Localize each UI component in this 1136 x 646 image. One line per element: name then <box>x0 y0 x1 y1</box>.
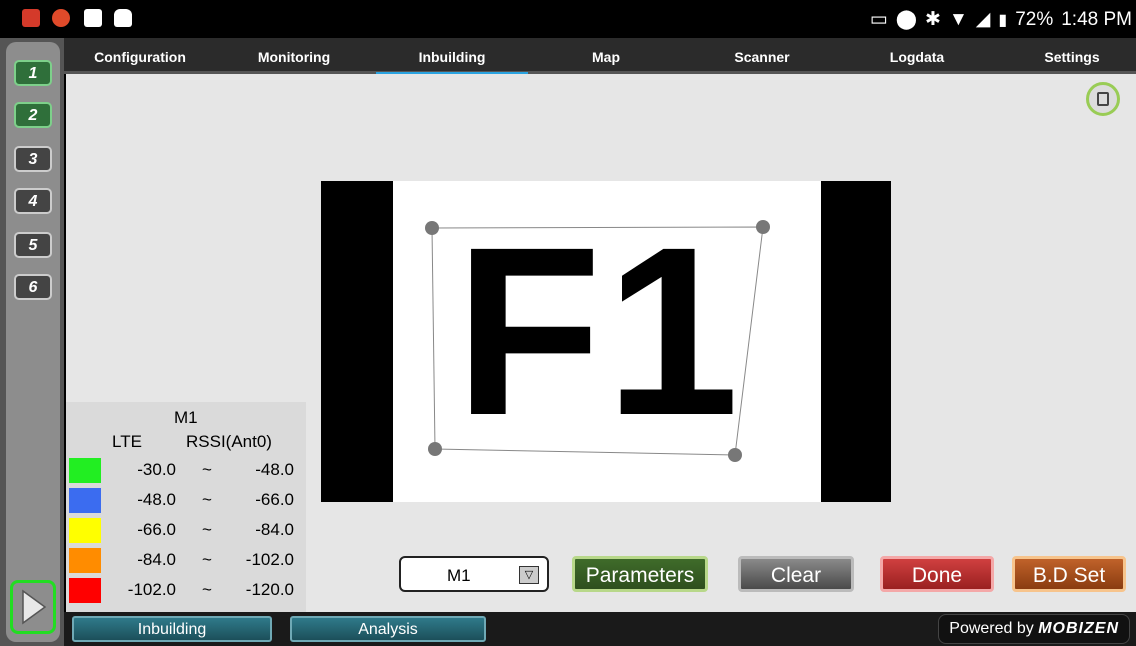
done-button[interactable]: Done <box>880 556 994 592</box>
bluetooth-icon: ✱ <box>925 9 941 30</box>
app-m-icon <box>22 9 40 27</box>
window-toggle-button[interactable] <box>1086 82 1120 116</box>
legend-to: -84.0 <box>255 520 294 539</box>
legend-row: -30.0 ~ -48.0 <box>66 456 306 484</box>
legend-to: -48.0 <box>255 460 294 479</box>
calibration-point-top-left[interactable] <box>425 221 439 235</box>
legend-from: -84.0 <box>137 550 176 569</box>
powered-by-badge: Powered by MOBIZEN <box>938 614 1130 644</box>
legend-swatch <box>69 488 101 513</box>
sidebar-panel <box>6 42 60 642</box>
brand-logo: MOBIZEN <box>1038 620 1119 637</box>
window-icon <box>1097 92 1109 106</box>
legend-row: -66.0 ~ -84.0 <box>66 516 306 544</box>
slot-3-button[interactable]: 3 <box>14 146 52 172</box>
play-icon <box>22 589 47 625</box>
calibration-point-bottom-right[interactable] <box>728 448 742 462</box>
sidebar: 1 2 3 4 5 6 <box>0 38 64 646</box>
square-app-icon <box>84 9 102 27</box>
legend-from: -66.0 <box>137 520 176 539</box>
powered-by-label: Powered by <box>949 620 1034 637</box>
slot-1-button[interactable]: 1 <box>14 60 52 86</box>
calibration-overlay <box>425 220 770 462</box>
legend-sep: ~ <box>202 460 212 479</box>
dropdown-arrow-icon: ▽ <box>519 566 539 584</box>
tab-map[interactable]: Map <box>574 38 638 74</box>
bd-set-button[interactable]: B.D Set <box>1012 556 1126 592</box>
slot-2-button[interactable]: 2 <box>14 102 52 128</box>
measurement-select-value: M1 <box>447 566 471 585</box>
analysis-mode-button[interactable]: Analysis <box>290 616 486 642</box>
legend-to: -120.0 <box>245 580 294 599</box>
slot-5-button[interactable]: 5 <box>14 232 52 258</box>
legend-sep: ~ <box>202 490 212 509</box>
slot-4-button[interactable]: 4 <box>14 188 52 214</box>
legend-row: -84.0 ~ -102.0 <box>66 546 306 574</box>
battery-icon: ▮ <box>998 11 1008 29</box>
legend-sep: ~ <box>202 520 212 539</box>
legend-sep: ~ <box>202 550 212 569</box>
legend-sep: ~ <box>202 580 212 599</box>
legend-tech: LTE <box>112 432 142 451</box>
calibration-point-top-right[interactable] <box>756 220 770 234</box>
clock: 1:48 PM <box>1061 8 1132 30</box>
status-right: ▭ ⬤ ✱ ▼ ◢ ▮ 72% 1:48 PM <box>870 8 1132 31</box>
legend-from: -102.0 <box>127 580 176 599</box>
legend-metric: RSSI(Ant0) <box>186 432 272 451</box>
legend-from: -30.0 <box>137 460 176 479</box>
cast-icon: ▭ <box>869 9 888 30</box>
legend-swatch <box>69 458 101 483</box>
inbuilding-canvas[interactable]: F1 M1 LTE RSSI(Ant0) -30.0 ~ -48.0 -48.0… <box>66 74 1136 612</box>
clear-button[interactable]: Clear <box>738 556 854 592</box>
tab-scanner[interactable]: Scanner <box>724 38 800 74</box>
battery-percent: 72% <box>1015 8 1054 30</box>
tab-configuration[interactable]: Configuration <box>84 38 196 74</box>
robot-icon <box>114 9 132 27</box>
calibration-point-bottom-left[interactable] <box>428 442 442 456</box>
legend-swatch <box>69 548 101 573</box>
floorplan-frame: F1 <box>321 181 891 502</box>
cell-signal-icon: ◢ <box>975 9 991 30</box>
measurement-select[interactable]: M1 ▽ <box>399 556 549 592</box>
legend-swatch <box>69 518 101 543</box>
location-icon: ⬤ <box>895 9 918 30</box>
tab-settings[interactable]: Settings <box>1036 38 1108 74</box>
tab-monitoring[interactable]: Monitoring <box>244 38 344 74</box>
legend-to: -102.0 <box>245 550 294 569</box>
parameters-button[interactable]: Parameters <box>572 556 708 592</box>
legend-row: -102.0 ~ -120.0 <box>66 576 306 604</box>
tab-logdata[interactable]: Logdata <box>880 38 954 74</box>
wifi-icon: ▼ <box>948 8 968 30</box>
tab-bar: Configuration Monitoring Inbuilding Map … <box>64 38 1136 76</box>
legend-title: M1 <box>174 408 198 427</box>
inbuilding-mode-button[interactable]: Inbuilding <box>72 616 272 642</box>
slot-6-button[interactable]: 6 <box>14 274 52 300</box>
play-button[interactable] <box>10 580 56 634</box>
bottom-bar: Inbuilding Analysis Powered by MOBIZEN <box>64 612 1136 646</box>
status-bar: ▭ ⬤ ✱ ▼ ◢ ▮ 72% 1:48 PM <box>0 0 1136 38</box>
signal-app-icon <box>52 9 70 27</box>
tab-inbuilding[interactable]: Inbuilding <box>376 38 528 76</box>
legend-row: -48.0 ~ -66.0 <box>66 486 306 514</box>
rssi-legend: M1 LTE RSSI(Ant0) -30.0 ~ -48.0 -48.0 ~ … <box>66 402 306 612</box>
legend-from: -48.0 <box>137 490 176 509</box>
legend-swatch <box>69 578 101 603</box>
legend-to: -66.0 <box>255 490 294 509</box>
